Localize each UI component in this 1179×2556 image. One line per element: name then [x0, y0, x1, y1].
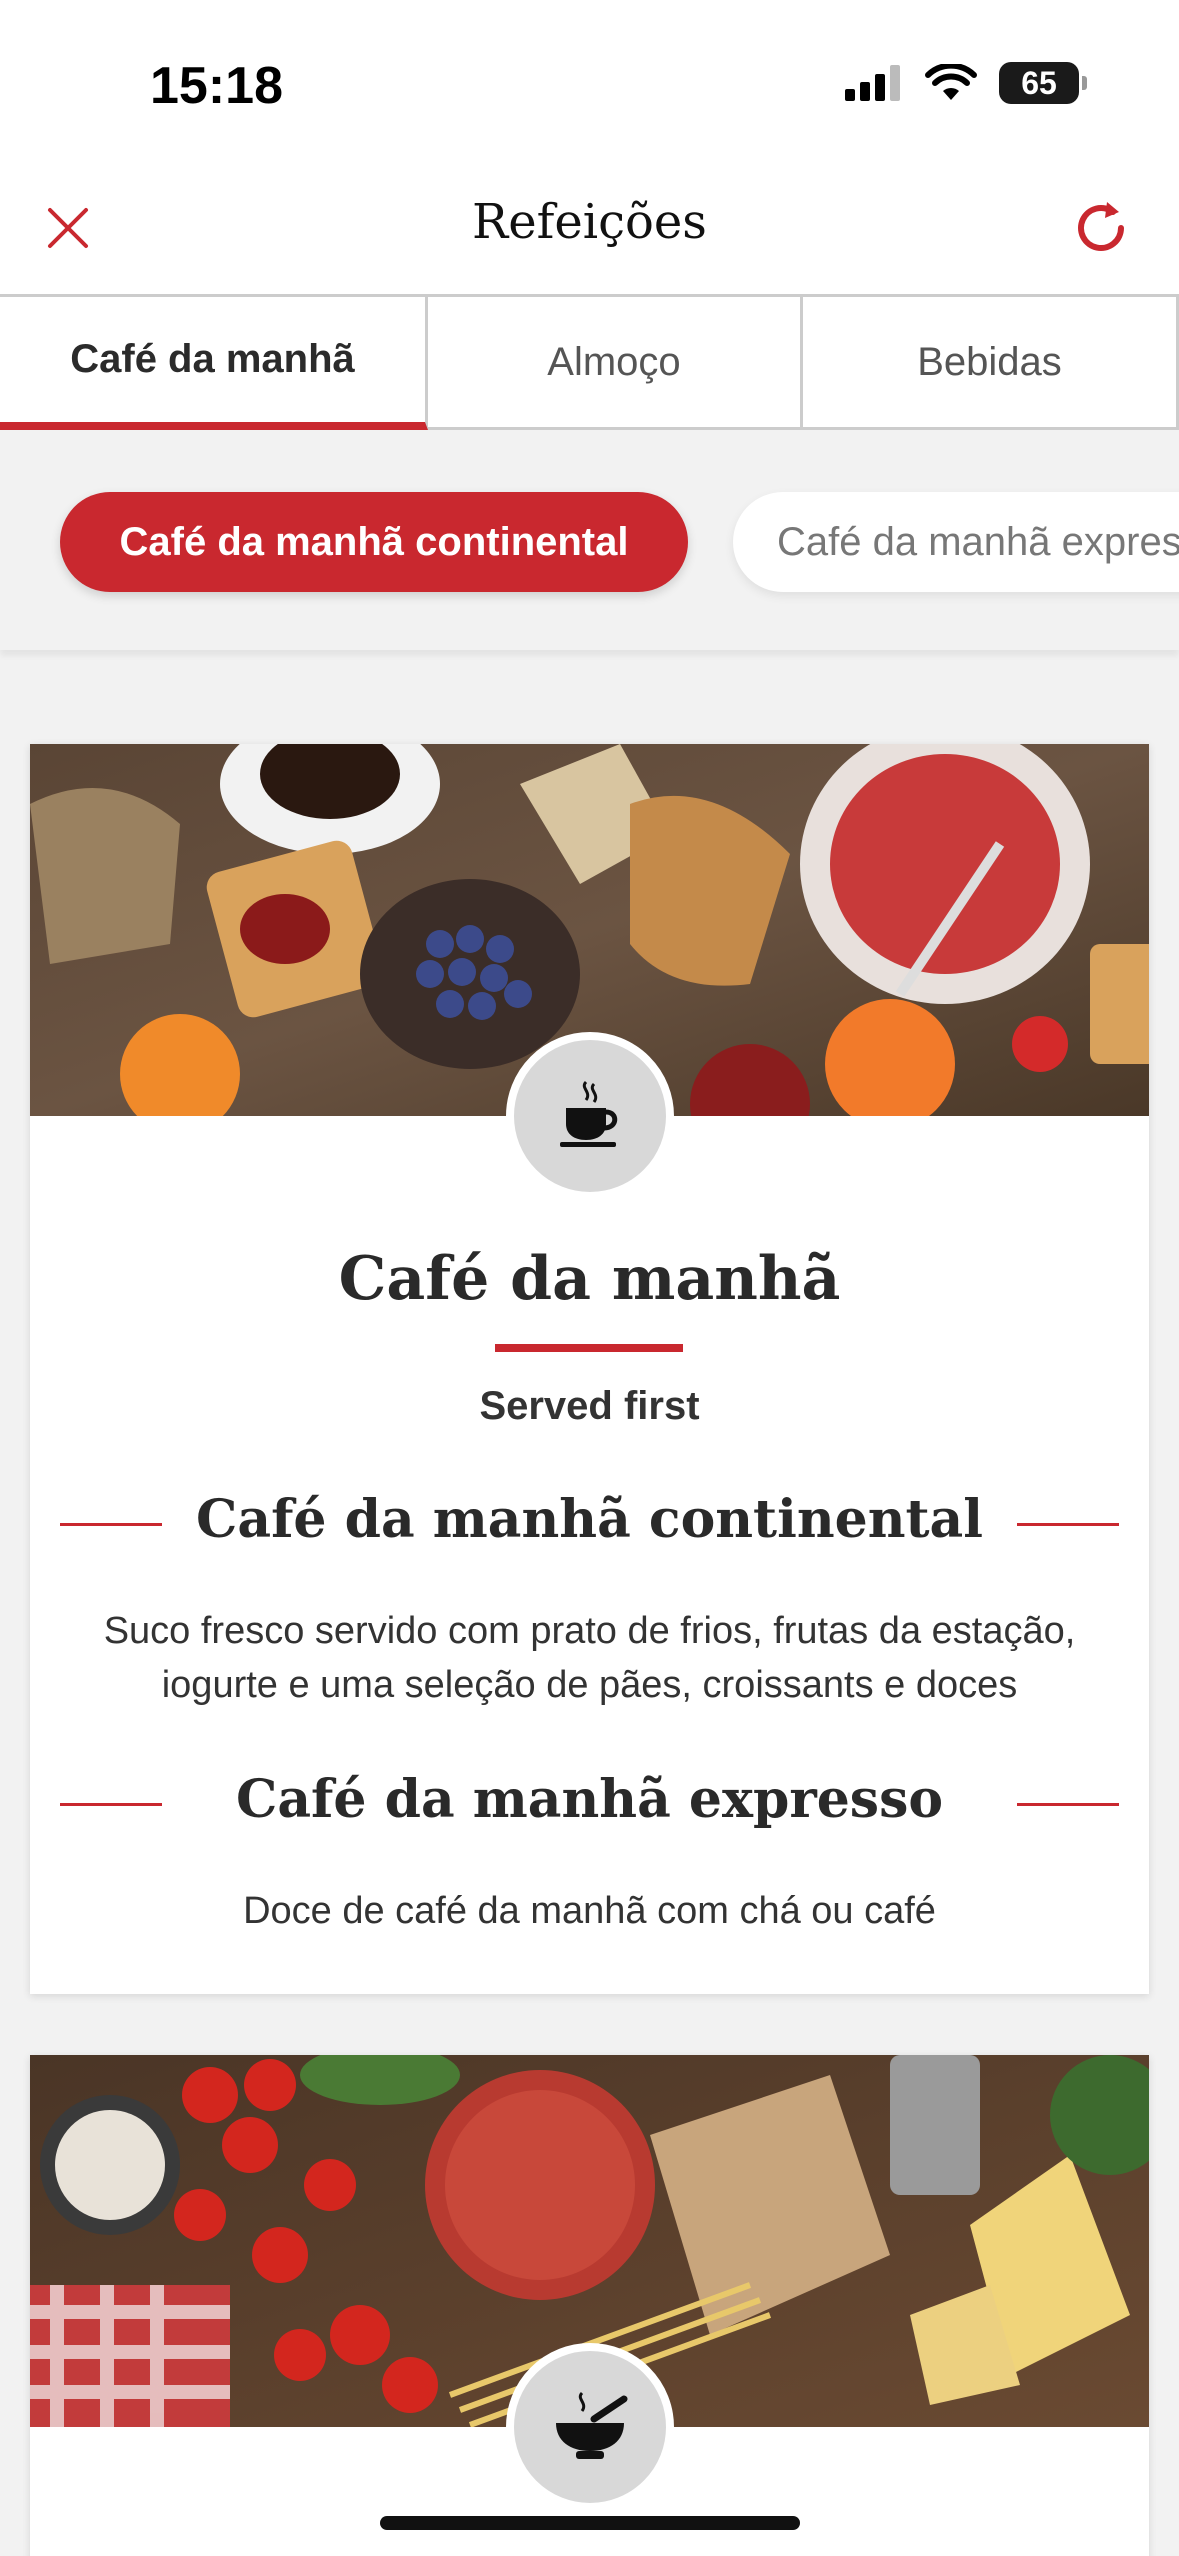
signal-icon — [845, 65, 900, 101]
status-bar: 15:18 65 — [0, 0, 1179, 170]
menu-item-description: Suco fresco servido com prato de frios, … — [103, 1610, 1076, 1706]
menu-item-description: Doce de café da manhã com chá ou café — [243, 1890, 936, 1932]
chip-cafe-continental[interactable]: Café da manhã continental — [60, 492, 688, 592]
meal-card-breakfast: Café da manhã Served first Café da manhã… — [30, 744, 1149, 1994]
chip-cafe-expresso[interactable]: Café da manhã expresso — [733, 492, 1179, 592]
wifi-icon — [925, 64, 977, 100]
refresh-button[interactable] — [1063, 190, 1139, 266]
filter-chips: Café da manhã continental Café da manhã … — [0, 430, 1179, 650]
refresh-icon — [1078, 202, 1124, 251]
soup-bowl-icon — [506, 2343, 674, 2511]
status-time: 15:18 — [150, 57, 283, 115]
meal-card-lunch — [30, 2055, 1149, 2556]
menu-item-heading: Café da manhã continental — [30, 1489, 1149, 1559]
card-subtitle: Served first — [479, 1384, 700, 1428]
menu-item-name: Café da manhã expresso — [235, 1769, 944, 1830]
battery-level: 65 — [1021, 64, 1057, 101]
home-indicator — [380, 2516, 800, 2530]
tab-bebidas[interactable]: Bebidas — [803, 297, 1179, 430]
tab-almoco[interactable]: Almoço — [428, 297, 803, 430]
right-divider — [1017, 1803, 1119, 1806]
right-divider — [1017, 1523, 1119, 1526]
battery-icon: 65 — [999, 62, 1087, 104]
status-icons: 65 — [845, 62, 1087, 104]
title-underline — [495, 1344, 683, 1352]
menu-item-name: Café da manhã continental — [195, 1489, 983, 1550]
menu-item-heading: Café da manhã expresso — [30, 1769, 1149, 1839]
meal-tabs: Café da manhã Almoço Bebidas — [0, 294, 1179, 430]
tab-cafe-da-manha[interactable]: Café da manhã — [0, 297, 428, 430]
card-title: Café da manhã — [338, 1244, 841, 1314]
coffee-cup-icon — [506, 1032, 674, 1200]
page-title: Refeições — [472, 194, 707, 250]
nav-bar: Refeições — [0, 170, 1179, 295]
